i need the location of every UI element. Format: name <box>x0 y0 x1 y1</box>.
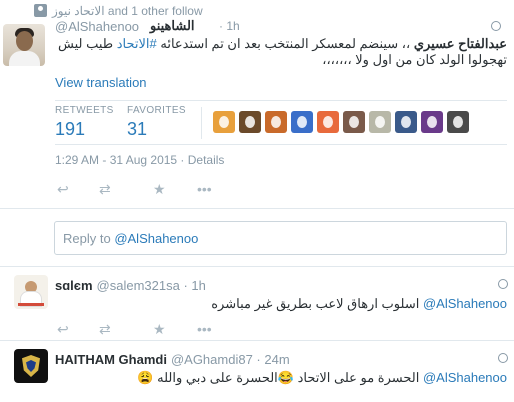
tweet-timestamp[interactable]: 1:29 AM - 31 Aug 2015 · Details <box>55 153 224 167</box>
reply-tweet[interactable]: sɑlєm @salem321sa · 1h @AlShahenoo اسلوب … <box>0 266 514 340</box>
avatar[interactable] <box>14 275 48 309</box>
tweet-text: @AlShahenoo اسلوب ارهاق لاعب بطريق غير م… <box>55 296 507 312</box>
tweet-time-value: 1h <box>226 19 240 33</box>
follow-icon <box>34 4 47 17</box>
reply-text: اسلوب ارهاق لاعب بطريق غير مباشره <box>211 296 420 311</box>
tweet-stats: RETWEETS 191 FAVORITES 31 <box>55 100 507 145</box>
reply-icon[interactable]: ↩ <box>57 321 69 337</box>
favorites-stat[interactable]: FAVORITES 31 <box>127 105 186 140</box>
tweet-text-mention-name: عبدالفتاح عسيري <box>413 36 507 51</box>
reply-header: sɑlєm @salem321sa · 1h <box>55 278 206 293</box>
favoriter-avatar[interactable] <box>317 111 339 133</box>
reply-tweet[interactable]: HAITHAM Ghamdi @AGhamdi87 · 24m @AlShahen… <box>0 340 514 402</box>
tweet-time[interactable]: 24m <box>264 352 289 367</box>
tweet-time[interactable]: 1h <box>191 278 205 293</box>
reply-header: HAITHAM Ghamdi @AGhamdi87 · 24m <box>55 352 290 367</box>
favoriter-avatar[interactable] <box>421 111 443 133</box>
reply-icon[interactable]: ↩ <box>57 181 69 197</box>
favoriter-avatar[interactable] <box>291 111 313 133</box>
hashtag-link[interactable]: #الاتحاد <box>117 36 157 51</box>
mention-link[interactable]: @AlShahenoo <box>423 296 507 311</box>
view-translation-link[interactable]: View translation <box>55 75 147 90</box>
tweet-time[interactable]: · 1h <box>219 19 240 33</box>
globe-icon <box>498 353 508 363</box>
author-handle[interactable]: @AGhamdi87 <box>171 352 253 367</box>
author-name[interactable]: HAITHAM Ghamdi <box>55 352 167 367</box>
more-icon[interactable]: ••• <box>197 321 212 337</box>
stats-divider <box>201 107 202 139</box>
favorites-count: 31 <box>127 119 148 139</box>
author-handle[interactable]: @salem321sa <box>97 278 180 293</box>
reply-text: الحسرة مو على الاتحاد 😂الحسرة على دبي وا… <box>137 370 420 385</box>
main-tweet: @AlShahenoo الشاهينو · 1h عبدالفتاح عسير… <box>0 18 514 208</box>
retweet-icon[interactable]: ⇄ <box>99 181 111 197</box>
retweets-count: 191 <box>55 119 86 139</box>
avatar[interactable] <box>3 24 45 66</box>
reply-area: Reply to @AlShahenoo <box>0 208 514 266</box>
reply-placeholder: Reply to @AlShahenoo <box>63 231 198 246</box>
retweets-label: RETWEETS <box>55 105 114 116</box>
favoriter-avatar[interactable] <box>265 111 287 133</box>
reply-input[interactable]: Reply to @AlShahenoo <box>54 221 507 255</box>
globe-icon <box>498 279 508 289</box>
star-icon[interactable]: ★ <box>153 321 166 337</box>
retweet-icon[interactable]: ⇄ <box>99 321 111 337</box>
star-icon[interactable]: ★ <box>153 181 166 197</box>
favoriter-avatar[interactable] <box>369 111 391 133</box>
reply-mention: @AlShahenoo <box>114 231 199 246</box>
author-handle[interactable]: @AlShahenoo <box>55 19 139 34</box>
globe-icon <box>491 21 501 31</box>
tweet-text-part1: ،، سينضم لمعسكر المنتخب بعد ان تم استدعا… <box>156 36 414 51</box>
reply-prefix: Reply to <box>63 231 115 246</box>
author-name[interactable]: الشاهينو <box>150 18 195 34</box>
author-name[interactable]: sɑlєm <box>55 278 93 293</box>
favoriter-avatar[interactable] <box>395 111 417 133</box>
more-icon[interactable]: ••• <box>197 181 212 197</box>
avatar[interactable] <box>14 349 48 383</box>
tweet-text: @AlShahenoo الحسرة مو على الاتحاد 😂الحسر… <box>55 370 507 386</box>
tweet-actions: ↩ ⇄ ★ ••• <box>55 321 255 337</box>
favoriter-avatar[interactable] <box>343 111 365 133</box>
mention-link[interactable]: @AlShahenoo <box>423 370 507 385</box>
tweet-header: @AlShahenoo الشاهينو · 1h <box>55 18 507 36</box>
favoriter-avatar[interactable] <box>239 111 261 133</box>
favoriter-avatar[interactable] <box>447 111 469 133</box>
tweet-text: عبدالفتاح عسيري ،، سينضم لمعسكر المنتخب … <box>55 36 507 68</box>
favoriter-avatar[interactable] <box>213 111 235 133</box>
tweet-actions: ↩ ⇄ ★ ••• <box>55 181 255 197</box>
social-context-text[interactable]: الاتحاد نيوز and 1 other follow <box>52 4 203 18</box>
favorites-label: FAVORITES <box>127 105 186 116</box>
retweets-stat[interactable]: RETWEETS 191 <box>55 105 114 140</box>
